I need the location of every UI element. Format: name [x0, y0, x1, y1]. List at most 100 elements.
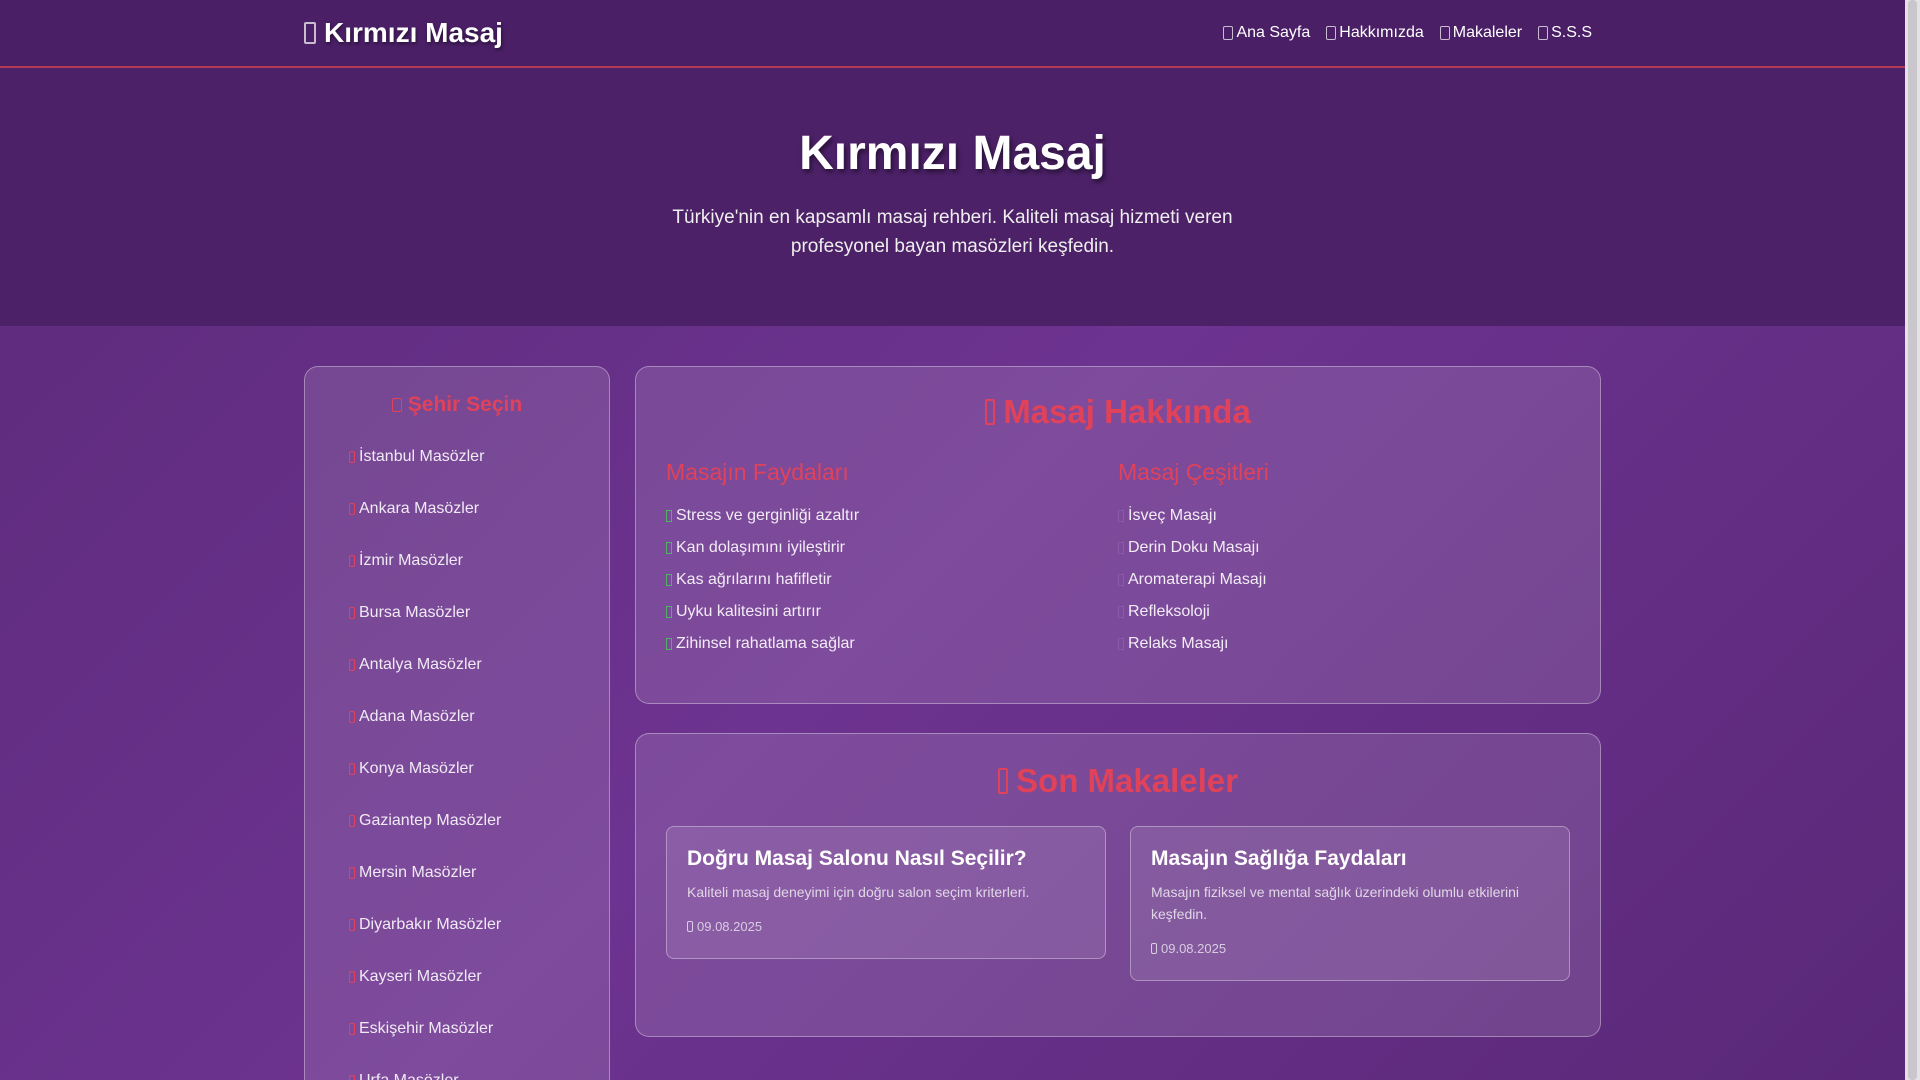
- newspaper-icon: [998, 768, 1009, 794]
- list-item-label: Aromaterapi Masajı: [1128, 571, 1267, 588]
- about-card: Masaj Hakkında Masajın Faydaları Stress …: [635, 366, 1601, 704]
- brand-name: Kırmızı Masaj: [324, 17, 503, 48]
- chevron-right-icon: [349, 971, 355, 983]
- nav-articles[interactable]: Makaleler: [1439, 24, 1523, 42]
- check-icon: [666, 638, 672, 650]
- list-item: Kas ağrılarını hafifletir: [666, 564, 1118, 596]
- nav-home-label: Ana Sayfa: [1236, 24, 1311, 41]
- article-date: 09.08.2025: [1151, 941, 1549, 956]
- list-item: Zihinsel rahatlama sağlar: [666, 628, 1118, 660]
- check-icon: [666, 606, 672, 618]
- chevron-right-icon: [349, 451, 355, 463]
- brand-logo[interactable]: Kırmızı Masaj: [304, 17, 503, 49]
- list-item-label: İsveç Masajı: [1128, 507, 1217, 524]
- city-link-label: İstanbul Masözler: [359, 448, 485, 465]
- list-item-label: Kan dolaşımını iyileştirir: [676, 539, 845, 556]
- city-link[interactable]: Bursa Masözler: [305, 587, 609, 639]
- scrollbar[interactable]: [1905, 0, 1920, 1080]
- nav-home[interactable]: Ana Sayfa: [1223, 24, 1310, 42]
- city-link[interactable]: Mersin Masözler: [305, 847, 609, 899]
- chevron-right-icon: [349, 659, 355, 671]
- list-item: Refleksoloji: [1118, 596, 1570, 628]
- city-link-label: İzmir Masözler: [359, 552, 464, 569]
- city-link[interactable]: Kayseri Masözler: [305, 951, 609, 1003]
- newspaper-icon: [1439, 26, 1450, 40]
- list-item: Kan dolaşımını iyileştirir: [666, 532, 1118, 564]
- article-excerpt: Masajın fiziksel ve mental sağlık üzerin…: [1151, 884, 1520, 922]
- articles-card: Son Makaleler Doğru Masaj Salonu Nasıl S…: [635, 733, 1601, 1037]
- city-link-label: Antalya Masözler: [359, 656, 482, 673]
- article-card[interactable]: Masajın Sağlığa Faydaları Masajın fiziks…: [1130, 826, 1570, 981]
- scrollbar-thumb[interactable]: [1908, 0, 1917, 1080]
- hero-section: Kırmızı Masaj Türkiye'nin en kapsamlı ma…: [0, 68, 1905, 326]
- city-link[interactable]: Gaziantep Masözler: [305, 795, 609, 847]
- hero-title: Kırmızı Masaj: [799, 127, 1106, 180]
- article-title[interactable]: Masajın Sağlığa Faydaları: [1151, 847, 1549, 871]
- heart-icon: [304, 22, 316, 44]
- list-item: Derin Doku Masajı: [1118, 532, 1570, 564]
- bullet-icon: [1118, 510, 1124, 522]
- city-link[interactable]: Diyarbakır Masözler: [305, 899, 609, 951]
- city-link-label: Konya Masözler: [359, 760, 474, 777]
- article-title[interactable]: Doğru Masaj Salonu Nasıl Seçilir?: [687, 847, 1085, 871]
- calendar-icon: [1151, 943, 1157, 954]
- list-item: Relaks Masajı: [1118, 628, 1570, 660]
- chevron-right-icon: [349, 1075, 355, 1080]
- bullet-icon: [1118, 638, 1124, 650]
- list-item-label: Relaks Masajı: [1128, 635, 1229, 652]
- chevron-right-icon: [349, 711, 355, 723]
- article-date-label: 09.08.2025: [1161, 941, 1227, 956]
- city-link-label: Urfa Masözler: [359, 1072, 459, 1080]
- article-card[interactable]: Doğru Masaj Salonu Nasıl Seçilir? Kalite…: [666, 826, 1106, 959]
- city-link[interactable]: Urfa Masözler: [305, 1055, 609, 1080]
- list-item-label: Refleksoloji: [1128, 603, 1210, 620]
- nav-about-label: Hakkımızda: [1339, 24, 1424, 41]
- city-link[interactable]: Adana Masözler: [305, 691, 609, 743]
- question-icon: [1538, 26, 1549, 40]
- city-link[interactable]: Ankara Masözler: [305, 483, 609, 535]
- page: Kırmızı Masaj Ana Sayfa Hakkımızda Makal…: [0, 0, 1905, 1080]
- about-title-label: Masaj Hakkında: [1003, 393, 1251, 430]
- list-item-label: Stress ve gerginliği azaltır: [676, 507, 860, 524]
- city-link[interactable]: İzmir Masözler: [305, 535, 609, 587]
- list-item: Stress ve gerginliği azaltır: [666, 500, 1118, 532]
- list-item: Uyku kalitesini artırır: [666, 596, 1118, 628]
- bullet-icon: [1118, 542, 1124, 554]
- city-link[interactable]: Antalya Masözler: [305, 639, 609, 691]
- map-marker-icon: [391, 398, 402, 412]
- city-link[interactable]: Eskişehir Masözler: [305, 1003, 609, 1055]
- info-circle-icon: [985, 399, 996, 425]
- types-column: Masaj Çeşitleri İsveç Masajı Derin Doku M…: [1118, 459, 1570, 660]
- check-icon: [666, 574, 672, 586]
- nav-articles-label: Makaleler: [1452, 24, 1523, 41]
- city-link[interactable]: Konya Masözler: [305, 743, 609, 795]
- benefits-list: Stress ve gerginliği azaltır Kan dolaşımı…: [666, 500, 1118, 660]
- list-item: İsveç Masajı: [1118, 500, 1570, 532]
- city-link-label: Ankara Masözler: [359, 500, 480, 517]
- city-sidebar: Şehir Seçin İstanbul Masözler Ankara Masö…: [304, 366, 610, 1080]
- check-icon: [666, 542, 672, 554]
- article-date: 09.08.2025: [687, 919, 1085, 934]
- list-item-label: Uyku kalitesini artırır: [676, 603, 821, 620]
- articles-title: Son Makaleler: [636, 762, 1600, 800]
- top-navbar: Kırmızı Masaj Ana Sayfa Hakkımızda Makal…: [0, 0, 1905, 68]
- nav-faq[interactable]: S.S.S: [1538, 24, 1592, 42]
- sidebar-title: Şehir Seçin: [305, 393, 609, 417]
- home-icon: [1223, 26, 1234, 40]
- chevron-right-icon: [349, 503, 355, 515]
- check-icon: [666, 510, 672, 522]
- chevron-right-icon: [349, 867, 355, 879]
- bullet-icon: [1118, 606, 1124, 618]
- types-list: İsveç Masajı Derin Doku Masajı Aromaterapi…: [1118, 500, 1570, 660]
- chevron-right-icon: [349, 763, 355, 775]
- nav-about[interactable]: Hakkımızda: [1326, 24, 1424, 42]
- types-title: Masaj Çeşitleri: [1118, 459, 1269, 485]
- chevron-right-icon: [349, 607, 355, 619]
- calendar-icon: [687, 921, 693, 932]
- benefits-column: Masajın Faydaları Stress ve gerginliği a…: [666, 459, 1118, 660]
- sidebar-title-label: Şehir Seçin: [407, 393, 523, 416]
- hero-subtitle: Türkiye'nin en kapsamlı masaj rehberi. K…: [672, 207, 1233, 257]
- city-link-label: Diyarbakır Masözler: [359, 916, 502, 933]
- city-link[interactable]: İstanbul Masözler: [305, 431, 609, 483]
- benefits-title: Masajın Faydaları: [666, 459, 849, 485]
